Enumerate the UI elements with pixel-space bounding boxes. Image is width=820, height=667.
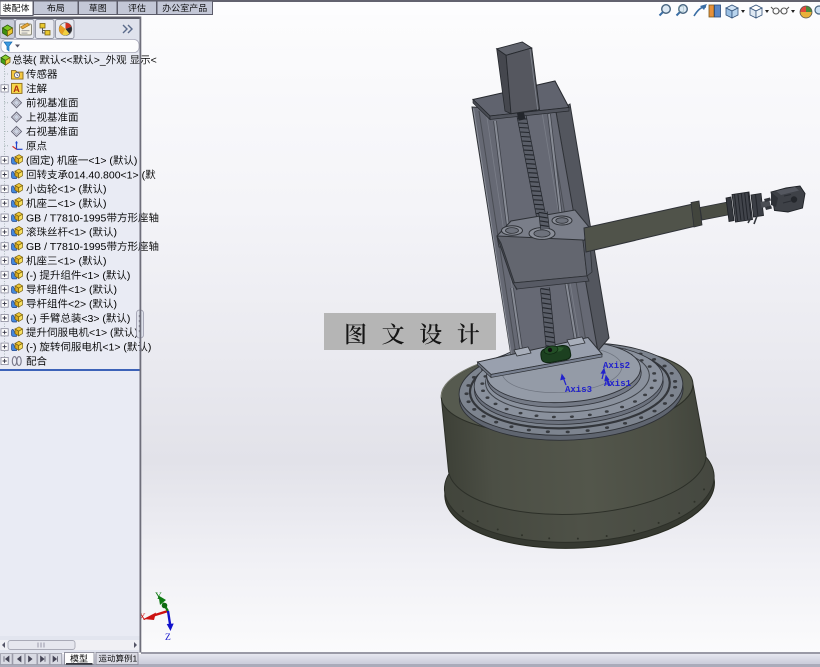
svg-text:Z: Z — [165, 633, 171, 643]
svg-text:<1> (: <1> ( — [58, 184, 83, 196]
svg-text:<1> (: <1> ( — [102, 342, 127, 354]
svg-text:): ) — [127, 270, 130, 282]
svg-text:<: < — [151, 55, 157, 67]
svg-text:): ) — [148, 342, 152, 354]
svg-text:Axis2: Axis2 — [603, 361, 630, 371]
svg-text:<1> (: <1> ( — [81, 270, 106, 282]
svg-text:): ) — [114, 298, 118, 310]
svg-text:Y: Y — [155, 592, 162, 602]
svg-text:<1> (: <1> ( — [58, 255, 83, 267]
svg-text:(-): (-) — [26, 342, 37, 354]
svg-text:(-): (-) — [26, 270, 37, 282]
svg-text:): ) — [114, 284, 118, 296]
svg-text:): ) — [114, 227, 118, 239]
svg-text:): ) — [127, 313, 130, 325]
svg-text:(: ( — [33, 55, 37, 67]
svg-text:<1> (: <1> ( — [68, 227, 93, 239]
svg-text:<1> (: <1> ( — [58, 198, 83, 210]
svg-text:A: A — [13, 84, 20, 94]
svg-text:<1> (: <1> ( — [88, 155, 113, 167]
svg-text:(: ( — [26, 155, 30, 167]
svg-text:(-): (-) — [26, 313, 37, 325]
svg-text:<<: << — [60, 55, 72, 67]
svg-text:Axis3: Axis3 — [565, 385, 592, 395]
svg-text:): ) — [103, 255, 107, 267]
svg-text:<3> (: <3> ( — [81, 313, 106, 325]
svg-text:<1> (: <1> ( — [89, 327, 114, 339]
svg-text:): ) — [103, 198, 107, 210]
svg-text:): ) — [134, 155, 138, 167]
svg-text:GB / T7810-1995: GB / T7810-1995 — [26, 212, 107, 224]
svg-text:<2> (: <2> ( — [68, 298, 93, 310]
svg-text:GB / T7810-1995: GB / T7810-1995 — [26, 241, 107, 253]
svg-text:1: 1 — [133, 654, 138, 664]
svg-text:<1> (: <1> ( — [68, 284, 93, 296]
svg-text:): ) — [103, 184, 107, 196]
svg-text:>_: >_ — [94, 55, 106, 67]
svg-text:014.40.800<1> (: 014.40.800<1> ( — [68, 169, 146, 181]
svg-text:): ) — [51, 155, 55, 167]
